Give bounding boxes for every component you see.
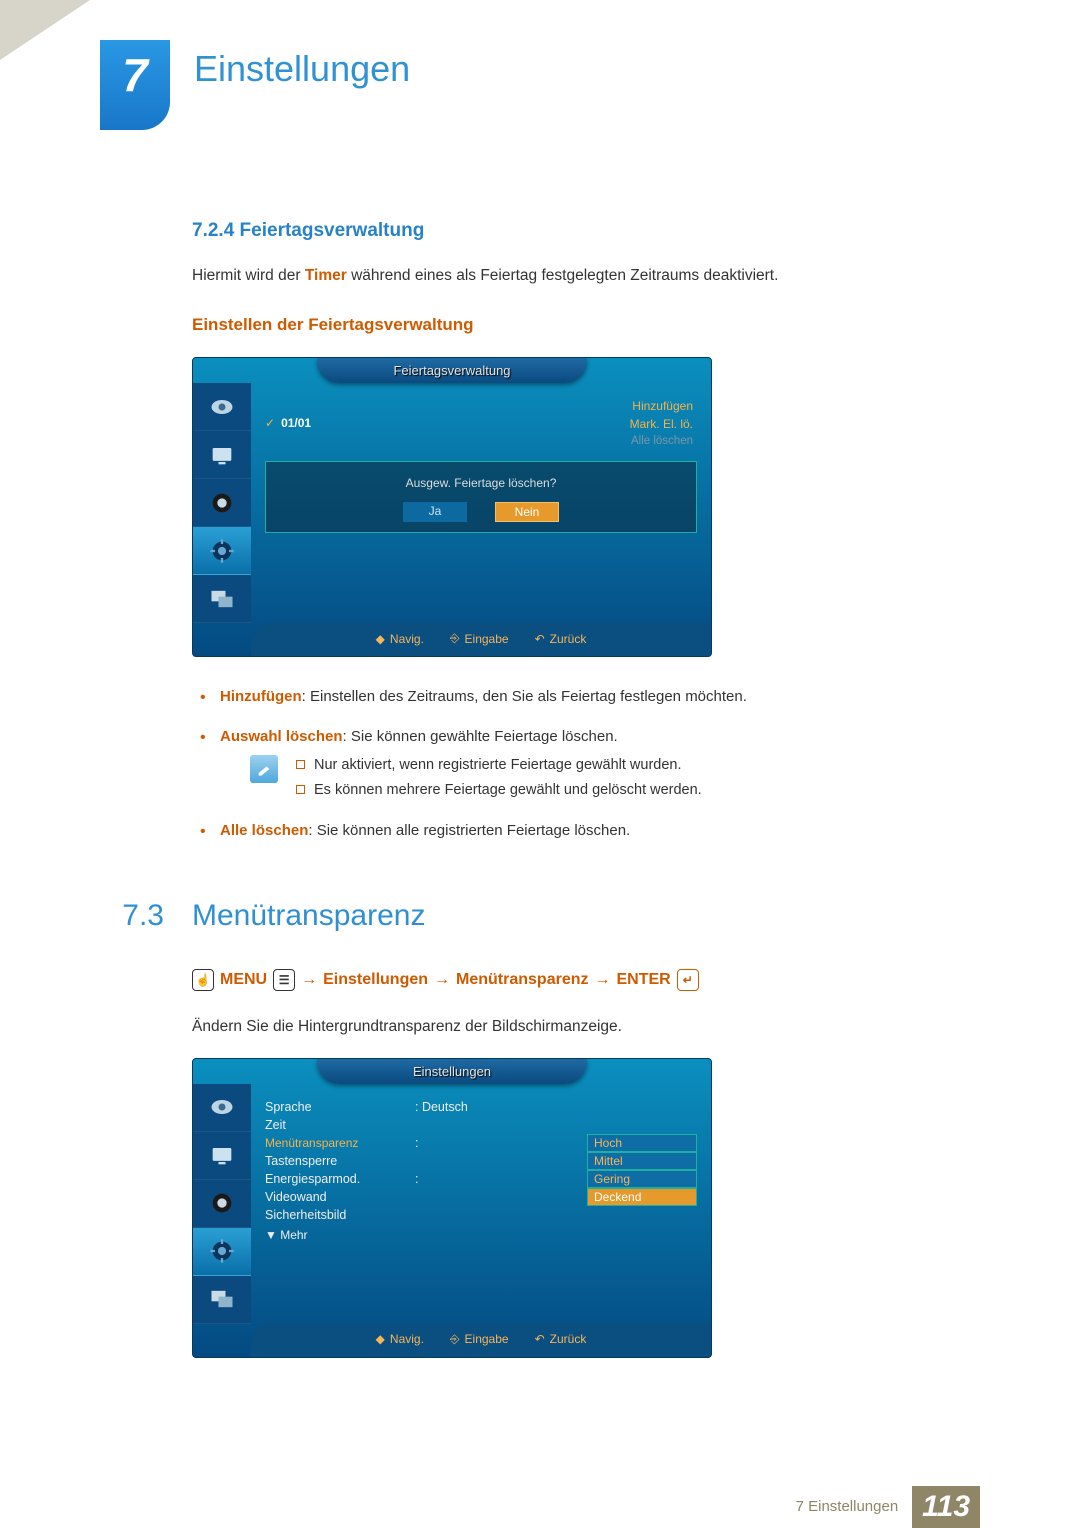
enter-icon: ↵ (677, 969, 699, 991)
osd-settings-title: Einstellungen (317, 1059, 587, 1084)
note-item-1: Nur aktiviert, wenn registrierte Feierta… (296, 753, 702, 778)
action-add[interactable]: Hinzufügen (626, 397, 697, 415)
multi-icon[interactable] (193, 1276, 251, 1324)
opt-hoch[interactable]: Hoch (587, 1134, 697, 1152)
footer-chapter: 7 Einstellungen (796, 1498, 899, 1515)
nav-navig: ◆ Navig. (376, 631, 424, 646)
note-item-2: Es können mehrere Feiertage gewählt und … (296, 778, 702, 803)
sound-icon[interactable] (193, 479, 251, 527)
osd-nav-bar-2: ◆ Navig. ⎆ Eingabe ↶ Zurück (251, 1324, 711, 1357)
pic-icon[interactable] (193, 1084, 251, 1132)
footer-page-number: 113 (912, 1486, 980, 1528)
holiday-options-list: Hinzufügen: Einstellen des Zeitraums, de… (198, 685, 980, 842)
bullet-auswahl-loeschen: Auswahl löschen: Sie können gewählte Fei… (198, 725, 980, 802)
bullet-alle-loeschen: Alle löschen: Sie können alle registrier… (198, 819, 980, 843)
nav-enter: ⎆ Eingabe (450, 631, 509, 646)
confirm-question: Ausgew. Feiertage löschen? (276, 476, 686, 490)
pic-icon[interactable] (193, 383, 251, 431)
note-icon (250, 755, 278, 783)
nav-enter: ⎆ Eingabe (450, 1332, 509, 1347)
osd-holiday-title: Feiertagsverwaltung (317, 358, 587, 383)
term-timer: Timer (305, 267, 347, 284)
page-footer: 7 Einstellungen 113 (0, 1486, 1080, 1528)
osd-holiday-panel: Feiertagsverwaltung ✓ 01/01 Hinzufügen Ma… (192, 357, 712, 657)
section-73-desc: Ändern Sie die Hintergrundtransparenz de… (192, 1015, 980, 1038)
multi-icon[interactable] (193, 575, 251, 623)
transparency-options: Hoch Mittel Gering Deckend (587, 1134, 697, 1242)
nav-back: ↶ Zurück (535, 631, 587, 646)
row-sprache-value: : Deutsch (415, 1100, 587, 1114)
check-icon: ✓ (265, 416, 275, 430)
osd-settings-panel: Einstellungen Sprache: Deutsch Ze (192, 1058, 712, 1358)
osd-sidebar-2 (193, 1084, 251, 1324)
opt-mittel[interactable]: Mittel (587, 1152, 697, 1170)
section-724-number: 7.2.4 (192, 220, 234, 241)
osd-nav-bar: ◆ Navig. ⎆ Eingabe ↶ Zurück (251, 623, 711, 656)
row-menutr-colon: : (415, 1136, 587, 1150)
row-sprache-label: Sprache (265, 1100, 415, 1114)
screen-icon[interactable] (193, 1132, 251, 1180)
row-energie-label: Energiesparmod. (265, 1172, 415, 1186)
section-73-title: Menütransparenz (192, 899, 425, 933)
remote-icon: ☝ (192, 969, 214, 991)
row-video-label: Videowand (265, 1190, 415, 1204)
nav-back: ↶ Zurück (535, 1332, 587, 1347)
gear-icon[interactable] (193, 527, 251, 575)
section-724-subhead: Einstellen der Feiertagsverwaltung (192, 315, 980, 335)
confirm-dialog: Ausgew. Feiertage löschen? Ja Nein (265, 461, 697, 533)
bullet-hinzufuegen: Hinzufügen: Einstellen des Zeitraums, de… (198, 685, 980, 709)
row-energie-value: : (415, 1172, 587, 1186)
row-menutr-label[interactable]: Menütransparenz (265, 1136, 415, 1150)
no-button[interactable]: Nein (495, 502, 559, 522)
osd-sidebar (193, 383, 251, 623)
section-724-title: Feiertagsverwaltung (240, 220, 425, 241)
section-73-number: 7.3 (100, 899, 164, 933)
chapter-header: 7 Einstellungen (100, 40, 980, 130)
chapter-number-badge: 7 (100, 40, 170, 130)
opt-deckend[interactable]: Deckend (587, 1188, 697, 1206)
screen-icon[interactable] (193, 431, 251, 479)
row-zeit-label: Zeit (265, 1118, 415, 1132)
holiday-entry-date: 01/01 (281, 416, 311, 430)
nav-navig: ◆ Navig. (376, 1332, 424, 1347)
section-73-heading: 7.3 Menütransparenz (192, 899, 980, 933)
section-724-heading: 7.2.4 Feiertagsverwaltung (192, 220, 980, 242)
action-delete-selected[interactable]: Mark. El. lö. (626, 415, 697, 433)
opt-gering[interactable]: Gering (587, 1170, 697, 1188)
chapter-title: Einstellungen (194, 40, 410, 90)
chapter-number: 7 (122, 48, 148, 102)
more-indicator[interactable]: ▼ Mehr (265, 1228, 587, 1242)
action-delete-all[interactable]: Alle löschen (626, 433, 697, 449)
row-sicher-label: Sicherheitsbild (265, 1208, 415, 1222)
yes-button[interactable]: Ja (403, 502, 467, 522)
menu-path: ☝ MENU ☰ → Einstellungen → Menütranspare… (192, 969, 980, 991)
gear-icon[interactable] (193, 1228, 251, 1276)
menu-icon: ☰ (273, 969, 295, 991)
page-corner-decoration (0, 0, 90, 60)
row-taste-label: Tastensperre (265, 1154, 415, 1168)
sound-icon[interactable] (193, 1180, 251, 1228)
section-724-intro: Hiermit wird der Timer während eines als… (192, 264, 980, 287)
